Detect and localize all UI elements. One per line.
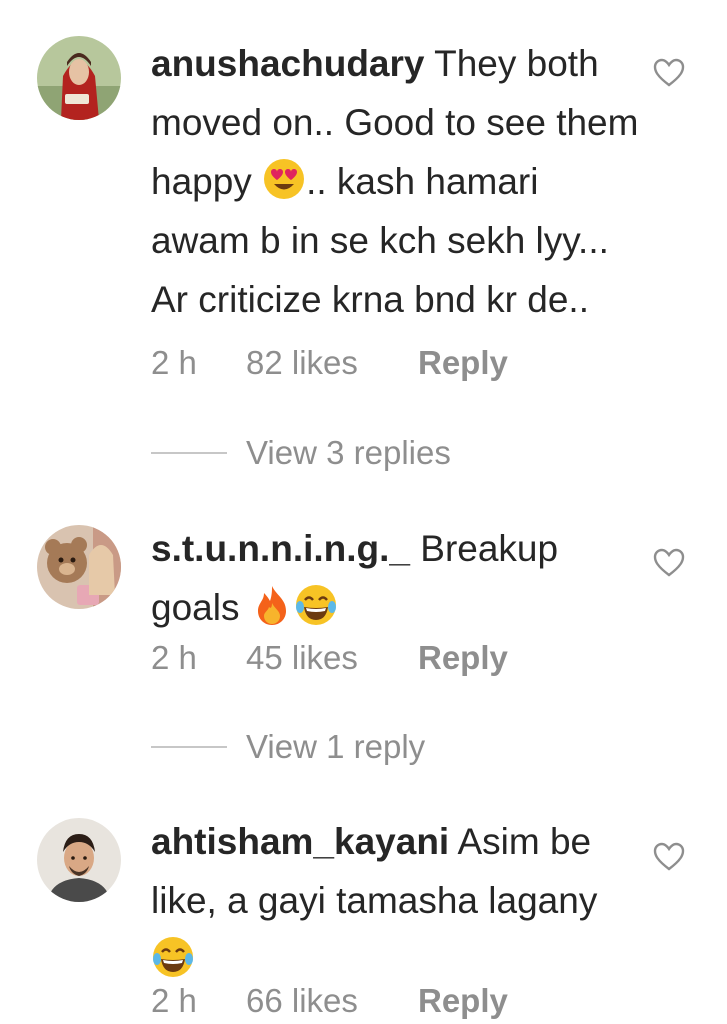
view-replies-button[interactable]: View 3 replies (151, 433, 451, 473)
heart-outline-icon[interactable] (653, 58, 685, 88)
reply-button[interactable]: Reply (418, 981, 508, 1021)
reply-button[interactable]: Reply (418, 343, 508, 383)
reply-button[interactable]: Reply (418, 638, 508, 678)
fire-emoji-icon (250, 583, 294, 627)
heart-eyes-emoji-icon (262, 157, 306, 201)
comment-username[interactable]: anushachudary (151, 43, 424, 84)
divider (151, 452, 227, 454)
comment-time: 2 h (151, 639, 197, 676)
view-replies-label[interactable]: View 1 reply (246, 727, 425, 767)
heart-outline-icon[interactable] (653, 548, 685, 578)
avatar[interactable] (37, 525, 121, 609)
comment-meta: 2 h 82 likes Reply (151, 343, 508, 383)
tears-of-joy-emoji-icon (294, 583, 338, 627)
comment-meta: 2 h 66 likes Reply (151, 981, 508, 1021)
comment-likes[interactable]: 45 likes (246, 638, 418, 678)
comment-body: s.t.u.n.n.i.n.g._ Breakup goals (151, 519, 641, 637)
comment-time: 2 h (151, 344, 197, 381)
divider (151, 746, 227, 748)
comment-likes[interactable]: 66 likes (246, 981, 418, 1021)
avatar[interactable] (37, 36, 121, 120)
comment-body: anushachudary They both moved on.. Good … (151, 34, 641, 329)
comment-likes[interactable]: 82 likes (246, 343, 418, 383)
avatar[interactable] (37, 818, 121, 902)
heart-outline-icon[interactable] (653, 842, 685, 872)
view-replies-button[interactable]: View 1 reply (151, 727, 425, 767)
comment-time: 2 h (151, 982, 197, 1019)
comment-username[interactable]: s.t.u.n.n.i.n.g._ (151, 528, 410, 569)
comment-body: ahtisham_kayani Asim be like, a gayi tam… (151, 812, 641, 989)
tears-of-joy-emoji-icon (151, 935, 195, 979)
comment-meta: 2 h 45 likes Reply (151, 638, 508, 678)
view-replies-label[interactable]: View 3 replies (246, 433, 451, 473)
comment-username[interactable]: ahtisham_kayani (151, 821, 449, 862)
